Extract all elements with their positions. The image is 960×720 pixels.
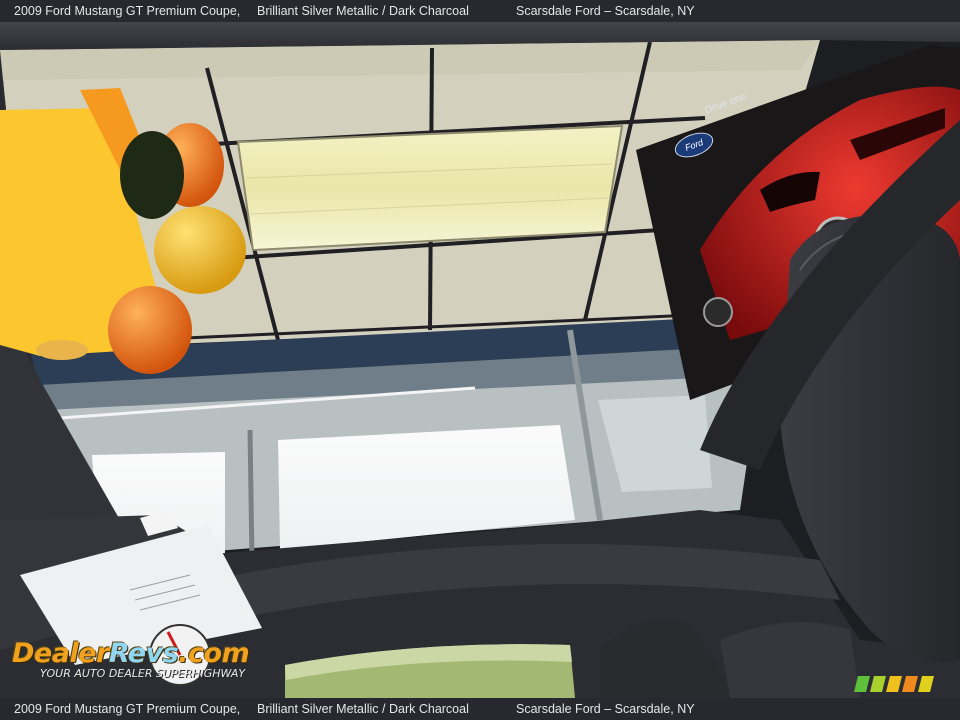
photo-stage: 2009 Ford Mustang GT Premium Coupe, Bril… — [0, 0, 960, 720]
watermark-logo-revs: Revs — [108, 638, 179, 669]
caption-vehicle-title: 2009 Ford Mustang GT Premium Coupe, — [14, 702, 241, 716]
caption-vehicle-color: Brilliant Silver Metallic / Dark Charcoa… — [257, 702, 469, 716]
dealer-watermark: DealerRevs.com YOUR AUTO DEALER SUPERHIG… — [12, 638, 250, 680]
caption-dealer: Scarsdale Ford – Scarsdale, NY — [516, 702, 695, 716]
caption-vehicle-title: 2009 Ford Mustang GT Premium Coupe, — [14, 4, 241, 18]
sunroof-photo — [0, 0, 960, 720]
watermark-logo-com: .com — [178, 638, 250, 669]
watermark-tagline: YOUR AUTO DEALER SUPERHIGHWAY — [40, 667, 246, 680]
corner-logo-icon — [854, 676, 934, 692]
caption-vehicle-color: Brilliant Silver Metallic / Dark Charcoa… — [257, 4, 469, 18]
watermark-logo-dealer: Dealer — [12, 638, 109, 669]
watermark-logo: DealerRevs.com — [12, 638, 250, 669]
fluorescent-light — [236, 124, 624, 252]
caption-bar-top: 2009 Ford Mustang GT Premium Coupe, Bril… — [0, 0, 960, 22]
caption-bar-bottom: 2009 Ford Mustang GT Premium Coupe, Bril… — [0, 698, 960, 720]
caption-dealer: Scarsdale Ford – Scarsdale, NY — [516, 4, 695, 18]
